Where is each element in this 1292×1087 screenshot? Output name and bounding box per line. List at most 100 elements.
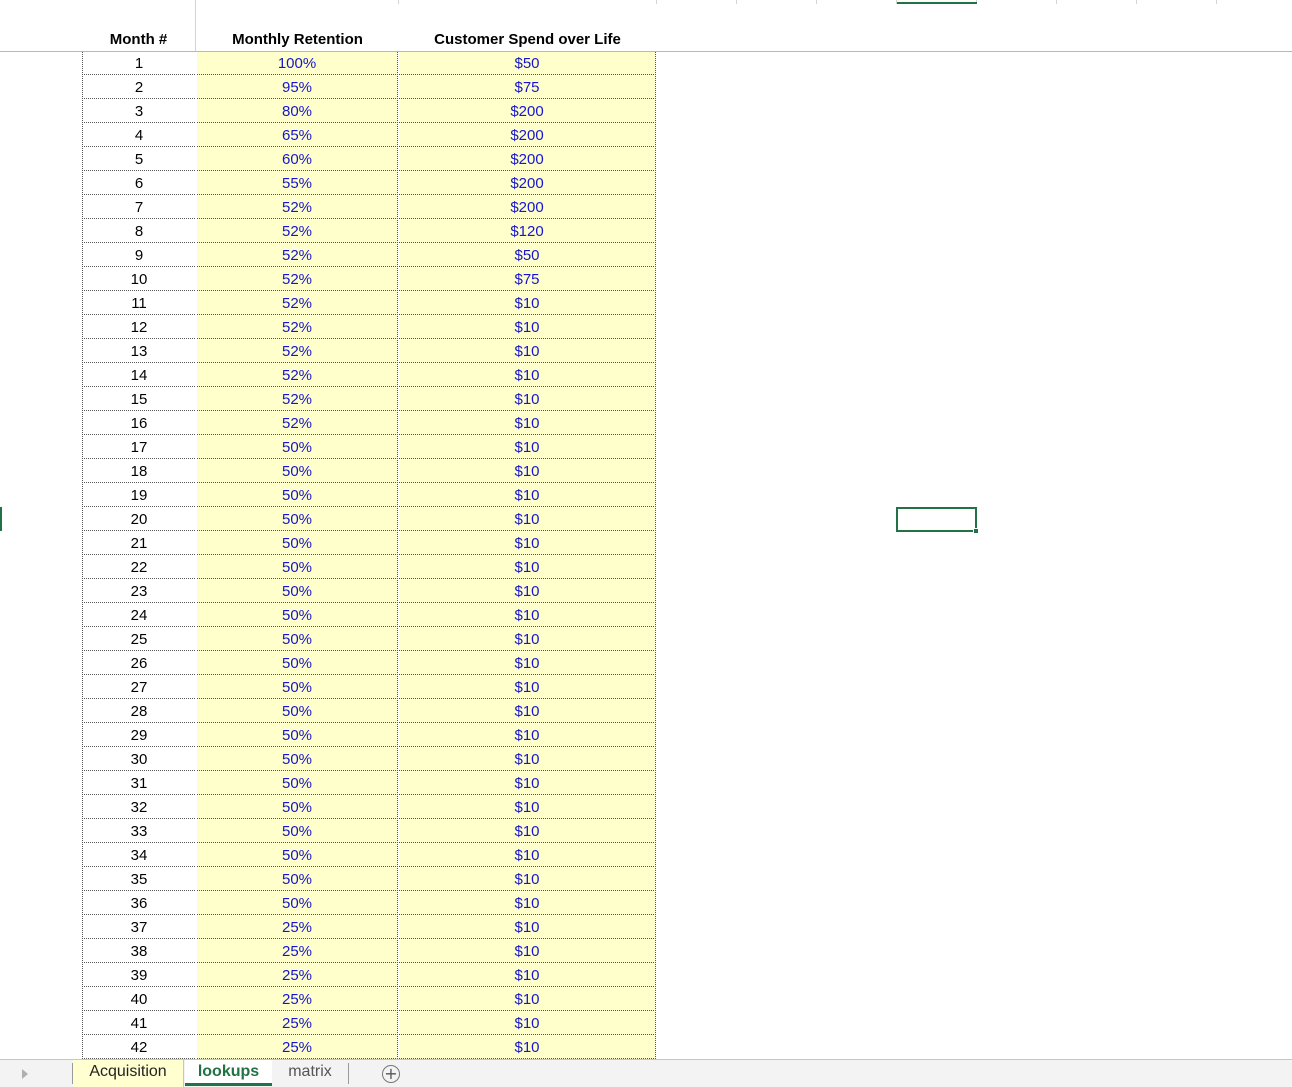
cell-month[interactable]: 5 bbox=[82, 148, 195, 171]
cell-monthly-retention[interactable]: 50% bbox=[197, 556, 398, 579]
cell-month[interactable]: 22 bbox=[82, 556, 195, 579]
cell-customer-spend[interactable]: $10 bbox=[399, 796, 656, 819]
cell-month[interactable]: 17 bbox=[82, 436, 195, 459]
cell-monthly-retention[interactable]: 50% bbox=[197, 532, 398, 555]
cell-month[interactable]: 11 bbox=[82, 292, 195, 315]
cell-customer-spend[interactable]: $10 bbox=[399, 700, 656, 723]
cell-month[interactable]: 24 bbox=[82, 604, 195, 627]
tab-lookups[interactable]: lookups bbox=[185, 1060, 272, 1086]
cell-customer-spend[interactable]: $200 bbox=[399, 196, 656, 219]
cell-customer-spend[interactable]: $10 bbox=[399, 748, 656, 771]
cell-customer-spend[interactable]: $10 bbox=[399, 580, 656, 603]
cell-month[interactable]: 3 bbox=[82, 100, 195, 123]
header-customer-spend[interactable]: Customer Spend over Life bbox=[399, 28, 656, 52]
cell-monthly-retention[interactable]: 50% bbox=[197, 604, 398, 627]
cell-customer-spend[interactable]: $10 bbox=[399, 556, 656, 579]
cell-customer-spend[interactable]: $10 bbox=[399, 316, 656, 339]
cell-customer-spend[interactable]: $10 bbox=[399, 460, 656, 483]
cell-monthly-retention[interactable]: 52% bbox=[197, 388, 398, 411]
cell-monthly-retention[interactable]: 50% bbox=[197, 580, 398, 603]
cell-month[interactable]: 18 bbox=[82, 460, 195, 483]
cell-monthly-retention[interactable]: 100% bbox=[197, 52, 398, 75]
cell-monthly-retention[interactable]: 52% bbox=[197, 364, 398, 387]
cell-customer-spend[interactable]: $10 bbox=[399, 436, 656, 459]
cell-customer-spend[interactable]: $10 bbox=[399, 772, 656, 795]
cell-monthly-retention[interactable]: 80% bbox=[197, 100, 398, 123]
cell-month[interactable]: 41 bbox=[82, 1012, 195, 1035]
cell-month[interactable]: 6 bbox=[82, 172, 195, 195]
cell-monthly-retention[interactable]: 50% bbox=[197, 844, 398, 867]
cell-customer-spend[interactable]: $10 bbox=[399, 292, 656, 315]
add-sheet-button[interactable]: + bbox=[382, 1065, 400, 1083]
cell-customer-spend[interactable]: $200 bbox=[399, 148, 656, 171]
cell-month[interactable]: 38 bbox=[82, 940, 195, 963]
cell-monthly-retention[interactable]: 95% bbox=[197, 76, 398, 99]
tab-matrix[interactable]: matrix bbox=[273, 1060, 347, 1087]
cell-customer-spend[interactable]: $120 bbox=[399, 220, 656, 243]
cell-customer-spend[interactable]: $10 bbox=[399, 724, 656, 747]
cell-month[interactable]: 2 bbox=[82, 76, 195, 99]
cell-month[interactable]: 16 bbox=[82, 412, 195, 435]
cell-monthly-retention[interactable]: 52% bbox=[197, 292, 398, 315]
cell-month[interactable]: 25 bbox=[82, 628, 195, 651]
cell-customer-spend[interactable]: $10 bbox=[399, 964, 656, 987]
cell-customer-spend[interactable]: $10 bbox=[399, 676, 656, 699]
cell-monthly-retention[interactable]: 50% bbox=[197, 484, 398, 507]
spreadsheet-grid[interactable]: Month # Monthly Retention Customer Spend… bbox=[0, 0, 1292, 1059]
cell-month[interactable]: 10 bbox=[82, 268, 195, 291]
header-month[interactable]: Month # bbox=[82, 28, 195, 52]
cell-customer-spend[interactable]: $200 bbox=[399, 172, 656, 195]
cell-customer-spend[interactable]: $50 bbox=[399, 52, 656, 75]
cell-month[interactable]: 14 bbox=[82, 364, 195, 387]
cell-customer-spend[interactable]: $75 bbox=[399, 268, 656, 291]
cell-monthly-retention[interactable]: 25% bbox=[197, 1036, 398, 1059]
cell-customer-spend[interactable]: $10 bbox=[399, 868, 656, 891]
cell-monthly-retention[interactable]: 25% bbox=[197, 1012, 398, 1035]
cell-month[interactable]: 31 bbox=[82, 772, 195, 795]
cell-month[interactable]: 35 bbox=[82, 868, 195, 891]
cell-month[interactable]: 34 bbox=[82, 844, 195, 867]
cell-customer-spend[interactable]: $10 bbox=[399, 916, 656, 939]
cell-customer-spend[interactable]: $10 bbox=[399, 508, 656, 531]
cell-month[interactable]: 30 bbox=[82, 748, 195, 771]
cell-month[interactable]: 12 bbox=[82, 316, 195, 339]
cell-month[interactable]: 29 bbox=[82, 724, 195, 747]
header-monthly-retention[interactable]: Monthly Retention bbox=[197, 28, 398, 52]
tab-acquisition[interactable]: Acquisition bbox=[73, 1060, 184, 1087]
cell-month[interactable]: 20 bbox=[82, 508, 195, 531]
cell-monthly-retention[interactable]: 50% bbox=[197, 724, 398, 747]
cell-customer-spend[interactable]: $10 bbox=[399, 412, 656, 435]
cell-monthly-retention[interactable]: 50% bbox=[197, 508, 398, 531]
cell-monthly-retention[interactable]: 52% bbox=[197, 412, 398, 435]
cell-customer-spend[interactable]: $10 bbox=[399, 340, 656, 363]
cell-monthly-retention[interactable]: 50% bbox=[197, 460, 398, 483]
cell-customer-spend[interactable]: $200 bbox=[399, 100, 656, 123]
cell-month[interactable]: 7 bbox=[82, 196, 195, 219]
cell-month[interactable]: 21 bbox=[82, 532, 195, 555]
cell-monthly-retention[interactable]: 52% bbox=[197, 244, 398, 267]
cell-customer-spend[interactable]: $10 bbox=[399, 988, 656, 1011]
cell-customer-spend[interactable]: $10 bbox=[399, 844, 656, 867]
cell-month[interactable]: 37 bbox=[82, 916, 195, 939]
cell-monthly-retention[interactable]: 50% bbox=[197, 892, 398, 915]
cell-customer-spend[interactable]: $10 bbox=[399, 820, 656, 843]
cell-customer-spend[interactable]: $50 bbox=[399, 244, 656, 267]
cell-customer-spend[interactable]: $10 bbox=[399, 364, 656, 387]
cell-monthly-retention[interactable]: 50% bbox=[197, 652, 398, 675]
cell-monthly-retention[interactable]: 25% bbox=[197, 988, 398, 1011]
cell-monthly-retention[interactable]: 50% bbox=[197, 700, 398, 723]
cell-customer-spend[interactable]: $10 bbox=[399, 484, 656, 507]
cell-month[interactable]: 9 bbox=[82, 244, 195, 267]
cell-monthly-retention[interactable]: 52% bbox=[197, 220, 398, 243]
cell-customer-spend[interactable]: $75 bbox=[399, 76, 656, 99]
cell-monthly-retention[interactable]: 50% bbox=[197, 772, 398, 795]
cell-customer-spend[interactable]: $10 bbox=[399, 604, 656, 627]
cell-month[interactable]: 26 bbox=[82, 652, 195, 675]
cell-monthly-retention[interactable]: 52% bbox=[197, 340, 398, 363]
cell-monthly-retention[interactable]: 50% bbox=[197, 748, 398, 771]
cell-monthly-retention[interactable]: 50% bbox=[197, 796, 398, 819]
selected-cell[interactable] bbox=[896, 507, 977, 532]
cell-monthly-retention[interactable]: 65% bbox=[197, 124, 398, 147]
cell-month[interactable]: 19 bbox=[82, 484, 195, 507]
cell-customer-spend[interactable]: $10 bbox=[399, 940, 656, 963]
